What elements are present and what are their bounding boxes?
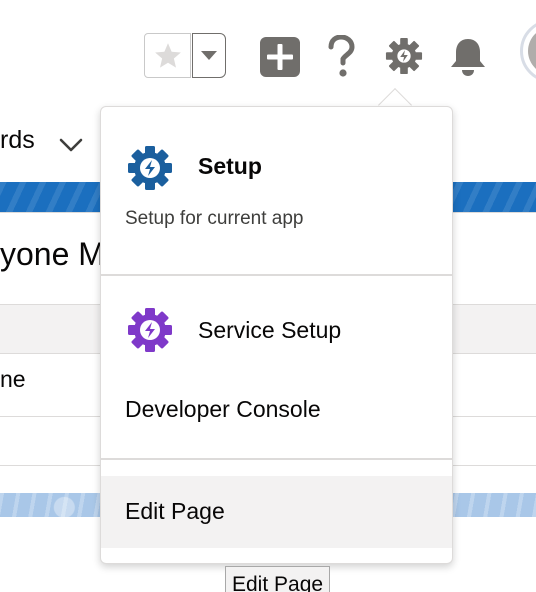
menu-item-edit-page[interactable]: Edit Page xyxy=(101,476,452,548)
menu-item-setup-label: Setup xyxy=(198,153,262,179)
setup-gear-button[interactable] xyxy=(384,36,424,76)
menu-item-service-setup-label: Service Setup xyxy=(198,317,342,343)
question-mark-icon xyxy=(328,35,355,77)
favorite-button[interactable] xyxy=(144,33,191,78)
menu-divider xyxy=(101,458,452,460)
menu-item-developer-console-label: Developer Console xyxy=(125,396,321,422)
favorites-menu-button[interactable] xyxy=(192,33,226,78)
help-button[interactable] xyxy=(324,34,358,80)
setup-subtitle: Setup for current app xyxy=(125,208,304,229)
menu-item-developer-console[interactable]: Developer Console xyxy=(101,385,452,435)
chevron-down-icon xyxy=(201,50,217,60)
user-avatar[interactable] xyxy=(520,19,536,83)
menu-divider xyxy=(101,274,452,276)
menu-item-service-setup[interactable]: Service Setup xyxy=(101,303,452,363)
app-screen: rds yone M ne Setup Setup for current ap… xyxy=(0,0,536,592)
menu-item-setup[interactable]: Setup xyxy=(101,135,452,195)
gear-lightning-icon xyxy=(128,146,172,190)
gear-lightning-icon xyxy=(128,308,172,352)
bell-icon xyxy=(451,39,485,76)
table-cell[interactable]: ne xyxy=(0,366,26,393)
setup-dropdown-menu: Setup Setup for current app Service Setu… xyxy=(100,106,453,564)
plus-icon xyxy=(260,36,300,77)
edit-page-tooltip: Edit Page xyxy=(225,566,331,592)
notifications-button[interactable] xyxy=(446,36,490,78)
favorites-group xyxy=(144,33,226,78)
avatar-image xyxy=(528,27,536,75)
global-actions-button[interactable] xyxy=(258,36,302,77)
menu-item-edit-page-label: Edit Page xyxy=(125,498,225,524)
nav-tab-label[interactable]: rds xyxy=(0,126,35,155)
list-view-title: yone M xyxy=(0,236,105,272)
nav-chevron-down-icon[interactable] xyxy=(58,132,84,158)
gear-icon xyxy=(385,37,423,75)
star-icon xyxy=(154,42,181,68)
